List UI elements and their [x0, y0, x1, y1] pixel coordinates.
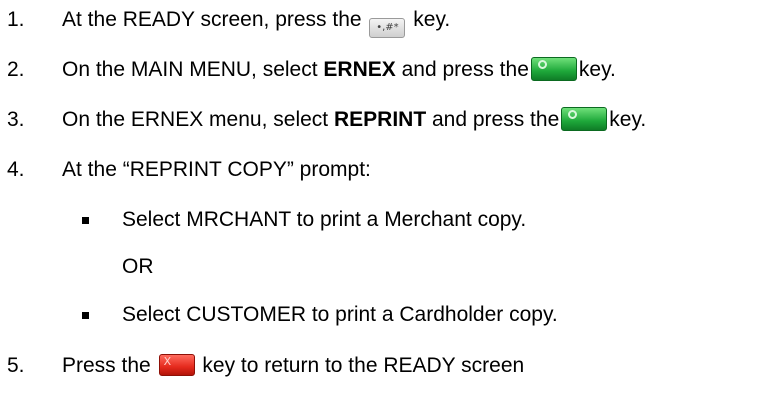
green-enter-key-icon — [530, 57, 577, 81]
red-cancel-key-icon: X — [158, 354, 195, 376]
step-text: At the “REPRINT COPY” prompt: — [62, 158, 371, 181]
bullet-icon — [82, 312, 89, 319]
step-text: At the READY screen, press the •,#* key. — [62, 6, 450, 38]
step-number: 1. — [7, 8, 25, 31]
menu-option-reprint: REPRINT — [333, 108, 427, 131]
step-number: 4. — [7, 158, 25, 181]
step-number: 2. — [7, 58, 25, 81]
hash-key-icon: •,#* — [369, 18, 406, 38]
step-number: 5. — [7, 354, 25, 377]
bullet-icon — [82, 217, 89, 224]
step-text: Press the X key to return to the READY s… — [62, 354, 525, 377]
step-text: On the ERNEX menu, select REPRINT and pr… — [62, 107, 647, 131]
green-enter-key-icon — [561, 107, 608, 131]
menu-option-ernex: ERNEX — [323, 58, 396, 81]
step-number: 3. — [7, 108, 25, 131]
instruction-document: 1. At the READY screen, press the •,#* k… — [0, 0, 772, 400]
step-text: On the MAIN MENU, select ERNEX and press… — [62, 57, 616, 81]
